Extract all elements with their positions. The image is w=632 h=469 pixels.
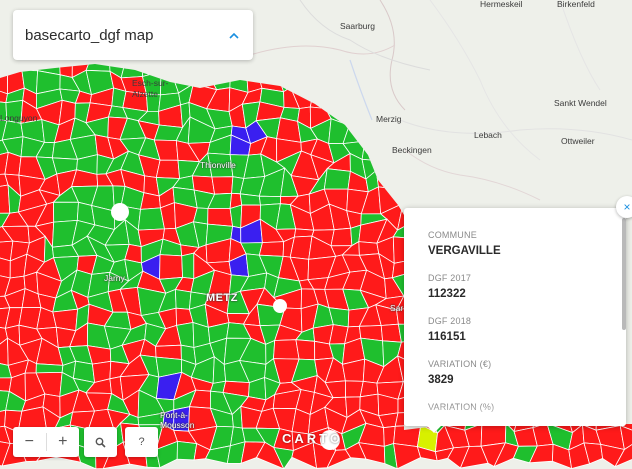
popup-close-button[interactable]: × xyxy=(616,196,632,218)
commune-polygon[interactable] xyxy=(159,254,184,280)
popup-field-label: DGF 2017 xyxy=(428,273,472,283)
feature-popup[interactable]: COMMUNE VERGAVILLE DGF 2017 112322 DGF 2018 1… xyxy=(404,208,626,426)
place-label: Hermeskeil xyxy=(480,0,523,9)
popup-field-label: COMMUNE xyxy=(428,230,477,240)
popup-fields: COMMUNE VERGAVILLE DGF 2017 112322 DGF 2018 1… xyxy=(428,230,602,412)
zoom-out-button[interactable]: − xyxy=(13,427,46,457)
place-label: Birkenfeld xyxy=(557,0,595,9)
place-label: Sar xyxy=(390,303,404,313)
place-label: Beckingen xyxy=(392,145,432,155)
commune-polygon[interactable] xyxy=(155,159,181,179)
map-title-panel[interactable]: basecarto_dgf map xyxy=(13,10,253,60)
search-button[interactable] xyxy=(84,427,117,457)
help-button[interactable]: ? xyxy=(125,427,158,457)
plus-icon: + xyxy=(58,433,68,450)
zoom-control: − + xyxy=(13,427,79,457)
missing-data-area xyxy=(111,203,129,221)
place-label: Lebach xyxy=(474,130,502,140)
place-label: METZ xyxy=(206,292,238,304)
commune-polygon[interactable] xyxy=(323,168,351,190)
place-label: Esch-sur- Alzette xyxy=(132,78,169,99)
commune-polygon[interactable] xyxy=(176,440,198,461)
popup-fade xyxy=(404,404,626,426)
commune-polygon[interactable] xyxy=(358,241,380,256)
close-icon: × xyxy=(623,200,631,214)
search-icon xyxy=(95,437,106,448)
commune-polygon[interactable] xyxy=(273,339,300,360)
commune-polygon[interactable] xyxy=(211,176,234,195)
place-label: Thionville xyxy=(200,160,236,170)
popup-field: DGF 2017 112322 xyxy=(428,273,602,300)
popup-field-label: VARIATION (€) xyxy=(428,359,492,369)
place-label: Jarny xyxy=(104,273,125,283)
commune-polygon[interactable] xyxy=(53,201,79,223)
popup-scrollbar[interactable] xyxy=(622,218,626,330)
carto-logo: CARTO xyxy=(282,431,343,446)
commune-polygon[interactable] xyxy=(207,208,234,227)
place-label: Pont-à- Mousson xyxy=(160,410,195,430)
popup-field: VARIATION (€) 3829 xyxy=(428,359,602,386)
commune-polygon[interactable] xyxy=(137,207,165,231)
popup-field-label: DGF 2018 xyxy=(428,316,472,326)
popup-pointer xyxy=(425,424,443,433)
popup-field-value: 112322 xyxy=(428,288,466,300)
place-label: Sankt Wendel xyxy=(554,98,607,108)
place-label: Merzig xyxy=(376,114,402,124)
place-label: Saarburg xyxy=(340,21,375,31)
popup-field-value: 116151 xyxy=(428,331,466,343)
commune-polygon[interactable] xyxy=(258,241,285,257)
commune-polygon[interactable] xyxy=(380,323,402,343)
commune-polygon[interactable] xyxy=(295,339,316,361)
place-label: Longuyon xyxy=(0,113,38,123)
commune-polygon[interactable] xyxy=(181,252,195,280)
popup-field: DGF 2018 116151 xyxy=(428,316,602,343)
commune-polygon[interactable] xyxy=(289,235,313,260)
chevron-up-icon[interactable] xyxy=(227,28,241,42)
minus-icon: − xyxy=(24,433,34,450)
help-icon: ? xyxy=(138,436,145,448)
carto-logo-text: CARTO xyxy=(282,431,343,446)
zoom-in-button[interactable]: + xyxy=(46,427,79,457)
missing-data-area xyxy=(273,299,287,313)
commune-polygon[interactable] xyxy=(35,363,64,374)
place-label: Ottweiler xyxy=(561,136,595,146)
commune-polygon[interactable] xyxy=(330,227,353,247)
popup-field-value: VERGAVILLE xyxy=(428,245,501,257)
popup-field: COMMUNE VERGAVILLE xyxy=(428,230,602,257)
popup-field-value: 3829 xyxy=(428,374,454,386)
map-title: basecarto_dgf map xyxy=(25,26,154,44)
commune-polygon[interactable] xyxy=(480,422,507,447)
commune-polygon[interactable] xyxy=(174,289,192,310)
